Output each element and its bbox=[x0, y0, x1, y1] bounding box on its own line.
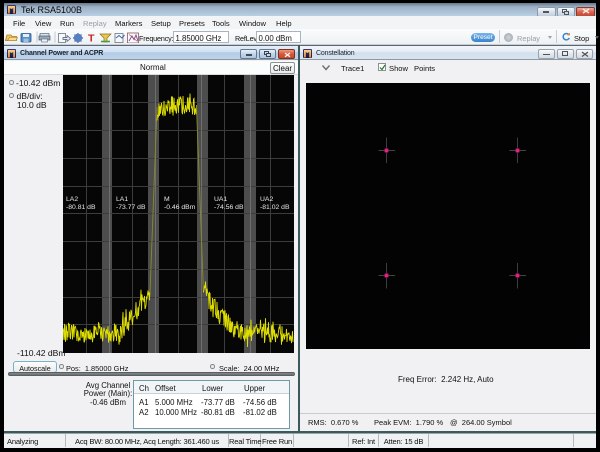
svg-text:UA1: UA1 bbox=[214, 196, 227, 203]
svg-text:-0.46 dBm: -0.46 dBm bbox=[164, 204, 196, 211]
svg-text:-73.77 dB: -73.77 dB bbox=[116, 204, 146, 211]
svg-text:-81.02 dB: -81.02 dB bbox=[260, 204, 290, 211]
svg-text:-80.81 dB: -80.81 dB bbox=[66, 204, 96, 211]
svg-text:M: M bbox=[164, 196, 170, 203]
svg-text:UA2: UA2 bbox=[260, 196, 273, 203]
svg-text:LA1: LA1 bbox=[116, 196, 128, 203]
svg-text:T: T bbox=[88, 33, 95, 44]
svg-text:-74.56 dB: -74.56 dB bbox=[214, 204, 244, 211]
svg-text:LA2: LA2 bbox=[66, 196, 78, 203]
